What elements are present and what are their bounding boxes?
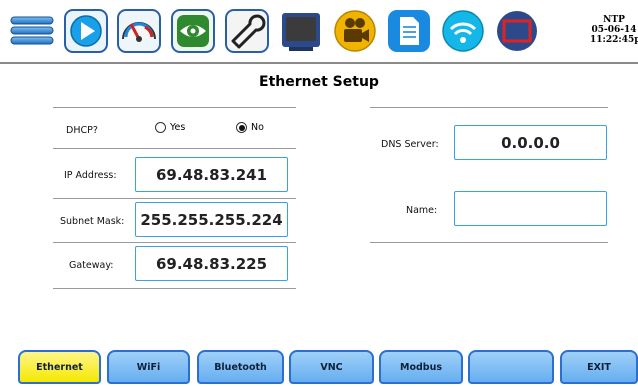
tab-vnc[interactable]: VNC bbox=[289, 350, 374, 384]
header-divider bbox=[0, 62, 638, 64]
tab-ethernet[interactable]: Ethernet bbox=[18, 350, 101, 384]
bottom-tab-bar: Ethernet WiFi Bluetooth VNC Modbus EXIT bbox=[0, 346, 638, 387]
clock-date: 05-06-14 bbox=[591, 25, 637, 35]
dhcp-label: DHCP? bbox=[66, 125, 98, 136]
ip-address-field[interactable]: 69.48.83.241 bbox=[135, 157, 288, 192]
tab-exit[interactable]: EXIT bbox=[560, 350, 638, 384]
name-field[interactable] bbox=[454, 191, 607, 226]
tab-blank[interactable] bbox=[468, 350, 554, 384]
play-icon[interactable] bbox=[64, 9, 108, 53]
tab-modbus[interactable]: Modbus bbox=[379, 350, 463, 384]
eye-icon[interactable] bbox=[171, 9, 215, 53]
dhcp-yes-label: Yes bbox=[170, 122, 186, 133]
dhcp-no-radio[interactable]: No bbox=[236, 122, 264, 133]
clock-source: NTP bbox=[603, 15, 625, 25]
clock-display: NTP 05-06-14 11:22:45pm bbox=[590, 15, 638, 45]
gauge-icon[interactable] bbox=[117, 9, 161, 53]
dns-server-label: DNS Server: bbox=[381, 139, 439, 150]
divider bbox=[53, 107, 296, 108]
tab-wifi[interactable]: WiFi bbox=[107, 350, 190, 384]
divider bbox=[53, 288, 296, 289]
document-icon[interactable] bbox=[387, 9, 431, 53]
divider bbox=[53, 242, 296, 243]
ip-address-label: IP Address: bbox=[64, 170, 117, 181]
radio-on-icon bbox=[236, 122, 247, 133]
wifi-icon[interactable] bbox=[441, 9, 485, 53]
name-label: Name: bbox=[406, 205, 438, 216]
top-toolbar: NTP 05-06-14 11:22:45pm bbox=[0, 0, 638, 60]
wrench-icon[interactable] bbox=[225, 9, 269, 53]
window-icon[interactable] bbox=[495, 9, 539, 53]
dhcp-yes-radio[interactable]: Yes bbox=[155, 122, 185, 133]
divider bbox=[53, 198, 296, 199]
tab-bluetooth[interactable]: Bluetooth bbox=[197, 350, 284, 384]
page-title: Ethernet Setup bbox=[259, 74, 379, 90]
gateway-field[interactable]: 69.48.83.225 bbox=[135, 246, 288, 281]
display-icon[interactable] bbox=[279, 9, 323, 53]
subnet-mask-label: Subnet Mask: bbox=[60, 216, 125, 227]
radio-off-icon bbox=[155, 122, 166, 133]
menu-icon[interactable] bbox=[10, 9, 54, 53]
divider bbox=[53, 148, 296, 149]
divider bbox=[370, 107, 608, 108]
dhcp-no-label: No bbox=[251, 122, 264, 133]
video-camera-icon[interactable] bbox=[333, 9, 377, 53]
divider bbox=[370, 242, 608, 243]
clock-time: 11:22:45pm bbox=[590, 35, 638, 45]
subnet-mask-field[interactable]: 255.255.255.224 bbox=[135, 202, 288, 237]
dns-server-field[interactable]: 0.0.0.0 bbox=[454, 125, 607, 160]
gateway-label: Gateway: bbox=[69, 260, 114, 271]
